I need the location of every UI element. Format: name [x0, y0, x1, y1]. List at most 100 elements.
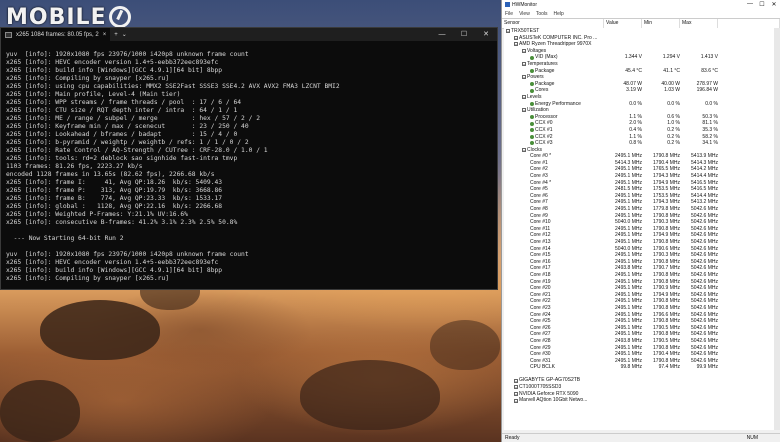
maximize-icon[interactable]: ☐: [453, 28, 475, 41]
sensor-row[interactable]: Core #29 2495.1 MHz 1790.8 MHz 5042.6 MHz: [504, 345, 774, 352]
expand-toggle-icon[interactable]: −: [506, 29, 510, 34]
sensor-row[interactable]: Package 45.4 °C 41.1 °C 83.6 °C: [504, 68, 774, 75]
expand-toggle-icon[interactable]: −: [514, 398, 518, 403]
maximize-icon[interactable]: ☐: [756, 1, 768, 8]
sensor-row[interactable]: CCX #0 2.0 % 1.0 % 81.1 %: [504, 120, 774, 127]
sensor-row[interactable]: Core #25 2495.1 MHz 1790.8 MHz 5042.6 MHz: [504, 318, 774, 325]
sensor-row[interactable]: − CT1000T705SSD3: [504, 384, 774, 391]
column-sensor[interactable]: Sensor: [502, 19, 604, 28]
sensor-name: Core #14: [530, 245, 551, 252]
menu-file[interactable]: File: [505, 11, 513, 17]
sensor-tree[interactable]: − TRX50TEST − ASUSTeK COMPUTER INC. Pro ...…: [504, 28, 774, 430]
expand-toggle-icon[interactable]: −: [522, 75, 526, 80]
sensor-row[interactable]: Core #19 2495.1 MHz 1790.8 MHz 5042.6 MHz: [504, 279, 774, 286]
sensor-row[interactable]: Core #18 2495.1 MHz 1790.8 MHz 5042.6 MHz: [504, 272, 774, 279]
vertical-scrollbar[interactable]: [774, 28, 780, 430]
column-min[interactable]: Min: [642, 19, 680, 28]
sensor-row[interactable]: Core #9 2495.1 MHz 1790.8 MHz 5042.6 MHz: [504, 213, 774, 220]
close-icon[interactable]: ✕: [768, 1, 780, 8]
sensor-row[interactable]: − Clocks: [504, 147, 774, 154]
column-max[interactable]: Max: [680, 19, 718, 28]
expand-toggle-icon[interactable]: −: [514, 378, 518, 383]
sensor-row[interactable]: CPU BCLK 99.8 MHz 97.4 MHz 99.9 MHz: [504, 364, 774, 371]
menu-view[interactable]: View: [519, 11, 530, 17]
sensor-row[interactable]: Core #6 2495.1 MHz 1753.5 MHz 5414.4 MHz: [504, 193, 774, 200]
hwmonitor-window[interactable]: HWMonitor — ☐ ✕ File View Tools Help Sen…: [501, 0, 780, 442]
expand-toggle-icon[interactable]: −: [522, 147, 526, 152]
expand-toggle-icon[interactable]: −: [522, 95, 526, 100]
menu-tools[interactable]: Tools: [536, 11, 548, 17]
sensor-row[interactable]: − AMD Ryzen Threadripper 9970X: [504, 41, 774, 48]
sensor-row[interactable]: Processor 1.1 % 0.6 % 50.3 %: [504, 114, 774, 121]
sensor-row[interactable]: Core #0 * 2495.1 MHz 1790.8 MHz 5413.9 MHz: [504, 153, 774, 160]
menu-help[interactable]: Help: [554, 11, 564, 17]
sensor-row[interactable]: CCX #3 0.8 % 0.2 % 34.1 %: [504, 140, 774, 147]
sensor-row[interactable]: CCX #1 0.4 % 0.2 % 35.3 %: [504, 127, 774, 134]
chevron-down-icon[interactable]: ⌄: [122, 31, 127, 38]
sensor-row[interactable]: − GIGABYTE GP-AG70S2TB: [504, 377, 774, 384]
sensor-row[interactable]: Package 48.07 W 40.00 W 278.97 W: [504, 81, 774, 88]
expand-toggle-icon[interactable]: −: [514, 35, 518, 40]
sensor-row[interactable]: Core #24 2495.1 MHz 1796.6 MHz 5042.6 MHz: [504, 312, 774, 319]
expand-toggle-icon[interactable]: −: [514, 42, 518, 47]
sensor-row[interactable]: Core #26 2495.1 MHz 1790.5 MHz 5042.6 MHz: [504, 325, 774, 332]
sensor-row[interactable]: CCX #2 1.1 % 0.2 % 58.2 %: [504, 134, 774, 141]
sensor-row[interactable]: Core #28 2493.8 MHz 1790.5 MHz 5042.6 MHz: [504, 338, 774, 345]
sensor-min: 41.1 °C: [663, 67, 680, 74]
sensor-row[interactable]: Core #4 * 2495.1 MHz 1794.9 MHz 5416.5 MHz: [504, 180, 774, 187]
sensor-row[interactable]: Core #8 2495.1 MHz 1779.8 MHz 5042.6 MHz: [504, 206, 774, 213]
terminal-window[interactable]: x265 1084 frames: 80.05 fps, 2 × + ⌄ — ☐…: [0, 27, 498, 290]
sensor-row[interactable]: Core #12 2495.1 MHz 1794.9 MHz 5042.6 MHz: [504, 232, 774, 239]
sensor-row[interactable]: Core #27 2495.1 MHz 1790.8 MHz 5042.6 MHz: [504, 331, 774, 338]
close-tab-icon[interactable]: ×: [103, 32, 107, 38]
sensor-row[interactable]: Energy Performance 0.0 % 0.0 % 0.0 %: [504, 101, 774, 108]
sensor-row[interactable]: Core #30 2495.1 MHz 1790.4 MHz 5042.6 MHz: [504, 351, 774, 358]
sensor-row[interactable]: Core #2 2495.1 MHz 1765.5 MHz 5414.2 MHz: [504, 166, 774, 173]
sensor-row[interactable]: Core #15 2495.1 MHz 1790.3 MHz 5042.6 MHz: [504, 252, 774, 259]
close-icon[interactable]: ✕: [475, 28, 497, 41]
sensor-row[interactable]: − Marvell AQtion 10Gbit Netwo...: [504, 397, 774, 404]
column-value[interactable]: Value: [604, 19, 642, 28]
sensor-row[interactable]: [504, 371, 774, 378]
sensor-row[interactable]: Core #23 2495.1 MHz 1790.8 MHz 5042.6 MHz: [504, 305, 774, 312]
sensor-row[interactable]: − NVIDIA Geforce RTX 5090: [504, 391, 774, 398]
sensor-value: 1.1 %: [629, 113, 642, 120]
sensor-row[interactable]: Core #31 2495.1 MHz 1790.8 MHz 5042.6 MHz: [504, 358, 774, 365]
sensor-row[interactable]: VID (Max) 1.344 V 1.294 V 1.413 V: [504, 54, 774, 61]
sensor-row[interactable]: Core #20 2495.1 MHz 1790.9 MHz 5042.6 MHz: [504, 285, 774, 292]
sensor-row[interactable]: Core #16 2495.1 MHz 1790.8 MHz 5042.6 MHz: [504, 259, 774, 266]
new-tab-icon[interactable]: +: [110, 32, 122, 38]
terminal-tab[interactable]: x265 1084 frames: 80.05 fps, 2 ×: [1, 28, 111, 41]
expand-toggle-icon[interactable]: −: [514, 385, 518, 390]
sensor-row[interactable]: − Powers: [504, 74, 774, 81]
sensor-row[interactable]: Core #17 2493.8 MHz 1790.7 MHz 5042.6 MHz: [504, 265, 774, 272]
sensor-row[interactable]: Core #5 2481.5 MHz 1753.5 MHz 5416.5 MHz: [504, 186, 774, 193]
sensor-row[interactable]: − Levels: [504, 94, 774, 101]
sensor-row[interactable]: Core #7 2495.1 MHz 1794.3 MHz 5413.2 MHz: [504, 199, 774, 206]
sensor-row[interactable]: Core #21 2495.1 MHz 1794.9 MHz 5042.6 MHz: [504, 292, 774, 299]
minimize-icon[interactable]: —: [744, 1, 756, 8]
expand-toggle-icon[interactable]: −: [522, 108, 526, 113]
expand-toggle-icon[interactable]: −: [522, 49, 526, 54]
sensor-row[interactable]: Core #13 2495.1 MHz 1790.8 MHz 5042.6 MHz: [504, 239, 774, 246]
sensor-min: 1796.6 MHz: [653, 311, 680, 318]
sensor-row[interactable]: − Utilization: [504, 107, 774, 114]
terminal-output[interactable]: yuv [info]: 1920x1080 fps 23976/1000 i42…: [1, 41, 497, 283]
sensor-row[interactable]: Core #3 2495.1 MHz 1794.3 MHz 5414.4 MHz: [504, 173, 774, 180]
sensor-row[interactable]: Core #1 5414.3 MHz 1790.4 MHz 5414.3 MHz: [504, 160, 774, 167]
sensor-name: Core #19: [530, 278, 551, 285]
sensor-row[interactable]: − Temperatures: [504, 61, 774, 68]
sensor-row[interactable]: Core #11 2495.1 MHz 1790.8 MHz 5042.6 MHz: [504, 226, 774, 233]
sensor-row[interactable]: − Voltages: [504, 48, 774, 55]
minimize-icon[interactable]: —: [431, 28, 453, 41]
sensor-name-cell: − TRX50TEST: [504, 28, 606, 35]
sensor-row[interactable]: Cores 3.19 W 1.03 W 196.84 W: [504, 87, 774, 94]
expand-toggle-icon[interactable]: −: [522, 62, 526, 67]
sensor-row[interactable]: − ASUSTeK COMPUTER INC. Pro ...: [504, 35, 774, 42]
sensor-row[interactable]: − TRX50TEST: [504, 28, 774, 35]
sensor-icon: [530, 55, 534, 60]
expand-toggle-icon[interactable]: −: [514, 391, 518, 396]
sensor-row[interactable]: Core #14 5040.0 MHz 1790.6 MHz 5042.6 MHz: [504, 246, 774, 253]
sensor-row[interactable]: Core #22 2495.1 MHz 1790.8 MHz 5042.6 MHz: [504, 298, 774, 305]
sensor-row[interactable]: Core #10 5040.0 MHz 1790.3 MHz 5042.6 MHz: [504, 219, 774, 226]
